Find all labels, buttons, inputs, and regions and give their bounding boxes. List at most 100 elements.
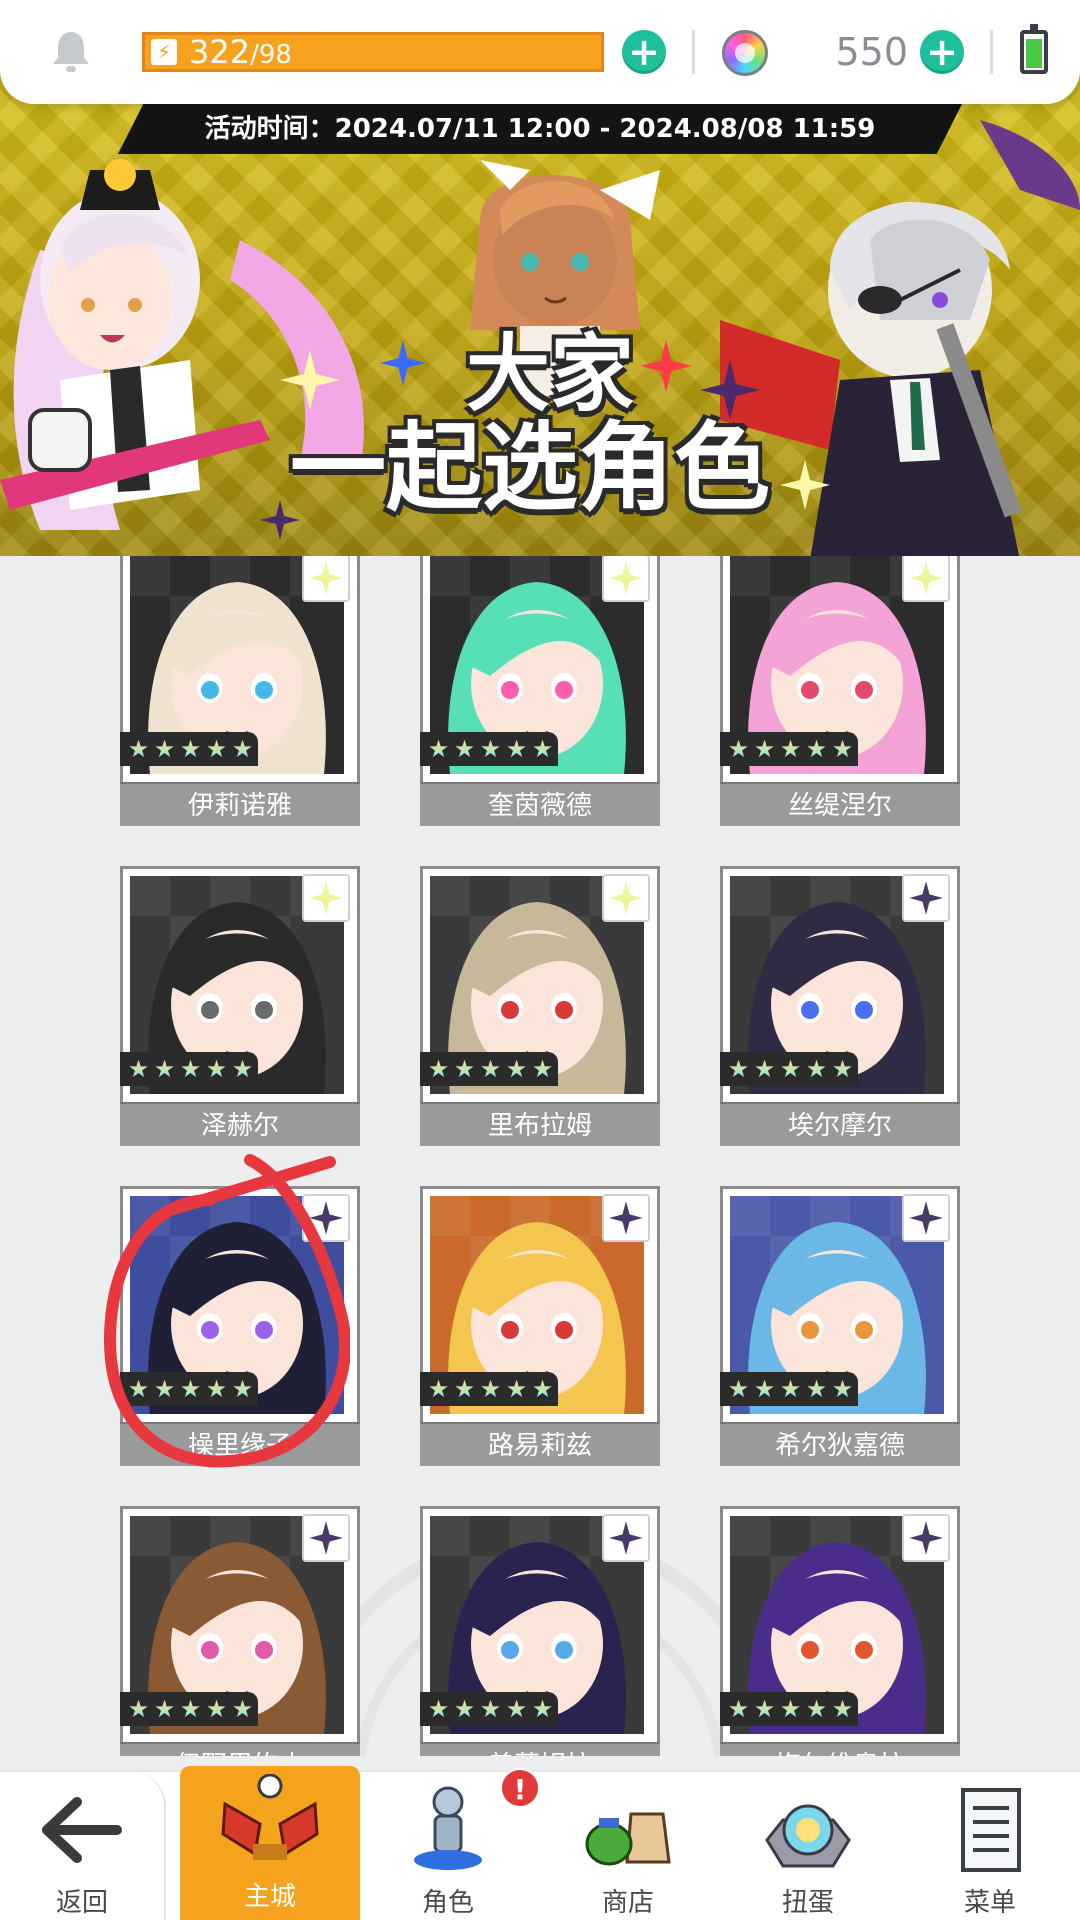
star-icon: ★ <box>779 1694 802 1723</box>
star-icon: ★ <box>153 734 176 763</box>
star-icon: ★ <box>531 1694 554 1723</box>
star-rating: ★ ★ ★ ★ ★ <box>420 1052 558 1086</box>
star-icon: ★ <box>205 1054 228 1083</box>
sparkle-badge-icon <box>602 556 650 602</box>
menu-tab[interactable]: 菜单 <box>900 1772 1080 1920</box>
star-icon: ★ <box>831 734 854 763</box>
star-icon: ★ <box>231 1694 254 1723</box>
star-rating: ★ ★ ★ ★ ★ <box>420 1372 558 1406</box>
star-icon: ★ <box>479 1374 502 1403</box>
energy-value: 322/98 <box>189 33 292 71</box>
add-energy-button[interactable]: + <box>622 30 666 74</box>
battery-icon <box>1020 24 1048 74</box>
energy-bar: ⚡ 322/98 <box>142 32 604 72</box>
character-name: 希尔狄嘉德 <box>720 1422 960 1466</box>
star-icon: ★ <box>505 1694 528 1723</box>
event-banner[interactable]: 活动时间：2024.07/11 12:00 - 2024.08/08 11:59… <box>0 60 1080 556</box>
character-alert-badge: ! <box>500 1768 540 1808</box>
star-icon: ★ <box>753 1054 776 1083</box>
star-icon: ★ <box>805 1694 828 1723</box>
sparkle-badge-icon <box>602 1514 650 1562</box>
character-name: 泽赫尔 <box>120 1102 360 1146</box>
add-gems-button[interactable]: + <box>920 30 964 74</box>
star-icon: ★ <box>127 1694 150 1723</box>
banner-title-line1: 大家 <box>465 325 634 423</box>
star-icon: ★ <box>153 1694 176 1723</box>
character-card[interactable]: ★★★★★ 普莉姆拉 <box>420 1506 660 1756</box>
star-icon: ★ <box>427 734 450 763</box>
sparkle-badge-icon <box>302 1514 350 1562</box>
character-name: 操里缘子 <box>120 1422 360 1466</box>
star-icon: ★ <box>179 1374 202 1403</box>
character-name: 埃尔摩尔 <box>720 1102 960 1146</box>
star-rating: ★ ★ ★ ★ ★ <box>720 1372 858 1406</box>
character-name: 丝缇涅尔 <box>720 782 960 826</box>
bell-icon[interactable] <box>48 28 94 76</box>
character-card[interactable]: ★ ★ ★ ★ ★ 希尔狄嘉德 <box>720 1186 960 1466</box>
shop-label: 商店 <box>601 1888 654 1918</box>
star-icon: ★ <box>753 1694 776 1723</box>
character-card[interactable]: ★★★★★梅尔维奥拉 <box>720 1506 960 1756</box>
star-icon: ★ <box>205 1694 228 1723</box>
character-card[interactable]: ★ ★ ★ ★ ★ 操里缘子 <box>120 1186 360 1466</box>
star-icon: ★ <box>453 1374 476 1403</box>
character-card[interactable]: ★ ★ ★ ★ ★ 伊莉诺雅 <box>120 556 360 826</box>
shop-tab[interactable]: 商店 <box>540 1772 716 1920</box>
star-rating: ★ ★ ★ ★ ★ <box>720 1052 858 1086</box>
star-rating: ★ ★ ★ ★ ★ <box>420 1692 558 1726</box>
character-name: 里布拉姆 <box>420 1102 660 1146</box>
character-card[interactable]: ★★★★★伊野里绚太 <box>120 1506 360 1756</box>
character-card[interactable]: ★ ★ ★ ★ ★ 奎茵薇德 <box>420 556 660 826</box>
star-icon: ★ <box>479 734 502 763</box>
character-card[interactable]: ★ ★ ★ ★ ★ 泽赫尔 <box>120 866 360 1146</box>
star-icon: ★ <box>127 1374 150 1403</box>
star-icon: ★ <box>779 1374 802 1403</box>
star-icon: ★ <box>179 1694 202 1723</box>
star-icon: ★ <box>727 1374 750 1403</box>
menu-list-icon <box>961 1788 1021 1872</box>
bottom-nav: 返回 主城 角色 商店 扭蛋 菜单 <box>0 1766 1080 1920</box>
character-name: 普莉姆拉 <box>420 1742 660 1756</box>
character-label: 角色 <box>421 1888 474 1918</box>
star-icon: ★ <box>505 1054 528 1083</box>
sparkle-badge-icon <box>602 874 650 922</box>
star-icon: ★ <box>231 1374 254 1403</box>
star-icon: ★ <box>453 1054 476 1083</box>
star-icon: ★ <box>531 734 554 763</box>
star-icon: ★ <box>779 734 802 763</box>
banner-title-line2: 一起选角色 <box>290 412 770 525</box>
character-name: 路易莉兹 <box>420 1422 660 1466</box>
sparkle-badge-icon <box>902 1514 950 1562</box>
character-card[interactable]: ★ ★ ★ ★ ★ 路易莉兹 <box>420 1186 660 1466</box>
event-time: 活动时间：2024.07/11 12:00 - 2024.08/08 11:59 <box>204 114 876 144</box>
sparkle-badge-icon <box>902 556 950 602</box>
star-icon: ★ <box>727 734 750 763</box>
character-figure-icon <box>414 1786 482 1870</box>
sparkle-badge-icon <box>302 556 350 602</box>
star-rating: ★ ★ ★ ★ ★ <box>120 1372 258 1406</box>
star-icon: ★ <box>153 1374 176 1403</box>
character-name: 伊莉诺雅 <box>120 782 360 826</box>
menu-label: 菜单 <box>963 1888 1016 1918</box>
star-icon: ★ <box>479 1054 502 1083</box>
star-icon: ★ <box>427 1374 450 1403</box>
back-button[interactable]: 返回 <box>0 1772 166 1920</box>
sparkle-badge-icon <box>602 1194 650 1242</box>
battery-level <box>1026 39 1042 68</box>
rainbow-gem-icon <box>722 30 768 76</box>
home-label: 主城 <box>243 1882 296 1912</box>
star-icon: ★ <box>479 1694 502 1723</box>
energy-current: 322 <box>189 33 251 71</box>
star-icon: ★ <box>231 1054 254 1083</box>
character-card[interactable]: ★ ★ ★ ★ ★ 埃尔摩尔 <box>720 866 960 1146</box>
sparkle-badge-icon <box>302 874 350 922</box>
status-bar: ⚡ 322/98 + 550 + <box>0 0 1080 104</box>
gacha-tab[interactable]: 扭蛋 <box>720 1772 896 1920</box>
character-card[interactable]: ★ ★ ★ ★ ★ 丝缇涅尔 <box>720 556 960 826</box>
energy-max: /98 <box>250 40 292 70</box>
star-icon: ★ <box>453 1694 476 1723</box>
home-tab[interactable]: 主城 <box>180 1766 360 1920</box>
star-icon: ★ <box>727 1694 750 1723</box>
star-icon: ★ <box>127 1054 150 1083</box>
character-card[interactable]: ★ ★ ★ ★ ★ 里布拉姆 <box>420 866 660 1146</box>
